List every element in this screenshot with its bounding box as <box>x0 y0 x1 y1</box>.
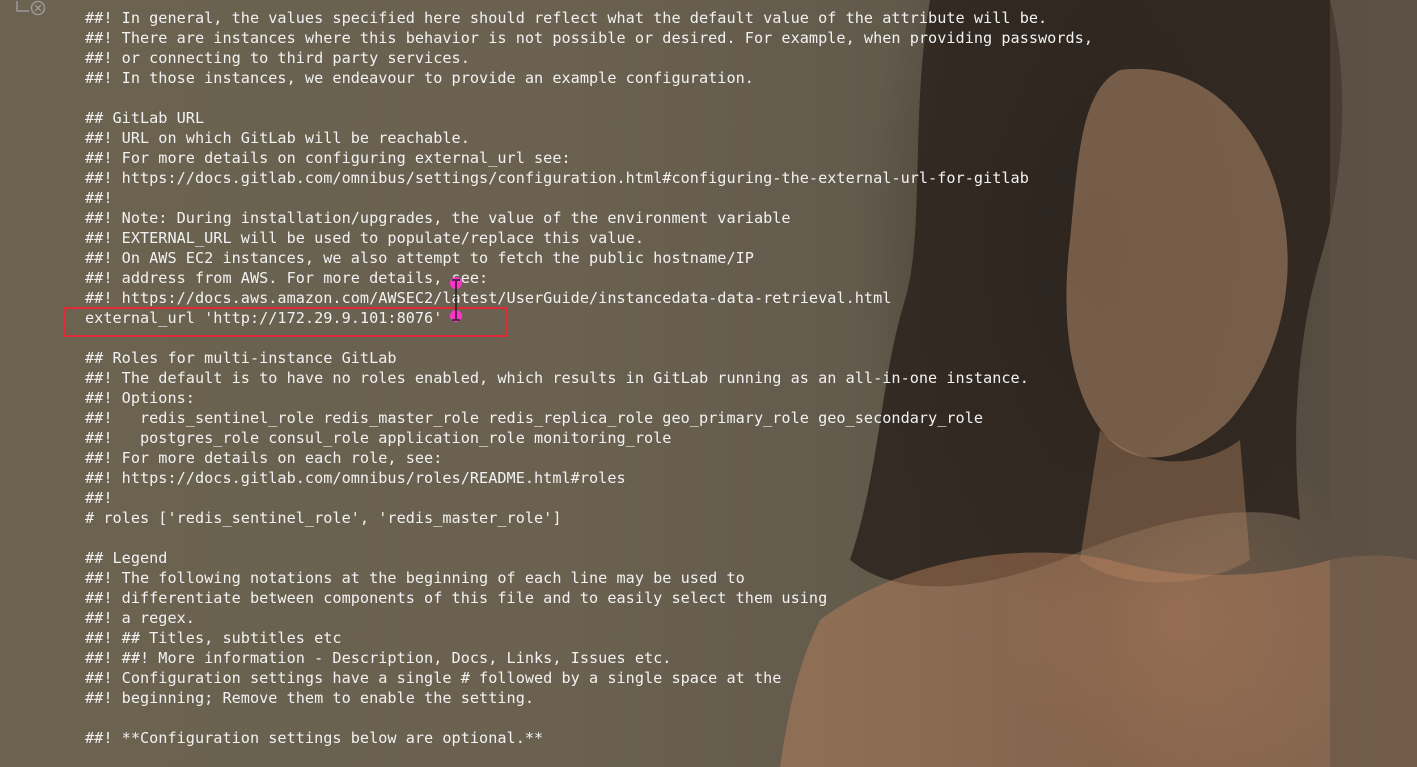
code-line[interactable]: ##! ## Titles, subtitles etc <box>85 628 342 648</box>
code-line[interactable]: ##! a regex. <box>85 608 195 628</box>
code-line[interactable]: ##! ##! More information - Description, … <box>85 648 671 668</box>
highlight-box <box>64 307 508 337</box>
code-line[interactable]: ##! Options: <box>85 388 195 408</box>
code-line[interactable]: ##! For more details on configuring exte… <box>85 148 571 168</box>
ibeam-cursor-icon <box>450 277 462 322</box>
code-line[interactable]: ##! EXTERNAL_URL will be used to populat… <box>85 228 644 248</box>
code-line[interactable]: ##! https://docs.gitlab.com/omnibus/sett… <box>85 168 1029 188</box>
code-line[interactable]: ##! **Configuration settings below are o… <box>85 728 543 748</box>
code-line[interactable]: ## GitLab URL <box>85 108 204 128</box>
code-line[interactable]: ##! https://docs.aws.amazon.com/AWSEC2/l… <box>85 288 891 308</box>
code-line[interactable]: ##! The default is to have no roles enab… <box>85 368 1029 388</box>
code-line[interactable]: ##! In general, the values specified her… <box>85 8 1047 28</box>
code-line[interactable]: ##! beginning; Remove them to enable the… <box>85 688 534 708</box>
code-line[interactable]: ##! Configuration settings have a single… <box>85 668 781 688</box>
code-line[interactable]: ##! There are instances where this behav… <box>85 28 1093 48</box>
code-line[interactable]: ##! <box>85 488 113 508</box>
code-line[interactable]: ##! For more details on each role, see: <box>85 448 442 468</box>
line-settings-icon[interactable] <box>14 0 48 18</box>
code-line[interactable]: ##! differentiate between components of … <box>85 588 827 608</box>
code-line[interactable]: ##! https://docs.gitlab.com/omnibus/role… <box>85 468 626 488</box>
code-line[interactable]: ##! or connecting to third party service… <box>85 48 470 68</box>
text-editor[interactable]: ##! In general, the values specified her… <box>0 0 1417 767</box>
code-line[interactable]: ##! On AWS EC2 instances, we also attemp… <box>85 248 754 268</box>
code-line[interactable]: # roles ['redis_sentinel_role', 'redis_m… <box>85 508 562 528</box>
code-line[interactable]: ##! URL on which GitLab will be reachabl… <box>85 128 470 148</box>
code-line[interactable]: ##! The following notations at the begin… <box>85 568 745 588</box>
code-line[interactable]: ##! address from AWS. For more details, … <box>85 268 488 288</box>
code-line[interactable]: ##! redis_sentinel_role redis_master_rol… <box>85 408 983 428</box>
code-line[interactable]: ## Roles for multi-instance GitLab <box>85 348 397 368</box>
code-line[interactable]: ##! <box>85 188 113 208</box>
code-line[interactable]: ##! Note: During installation/upgrades, … <box>85 208 791 228</box>
code-line[interactable]: ##! In those instances, we endeavour to … <box>85 68 754 88</box>
code-line[interactable]: ## Legend <box>85 548 167 568</box>
code-line[interactable]: ##! postgres_role consul_role applicatio… <box>85 428 671 448</box>
